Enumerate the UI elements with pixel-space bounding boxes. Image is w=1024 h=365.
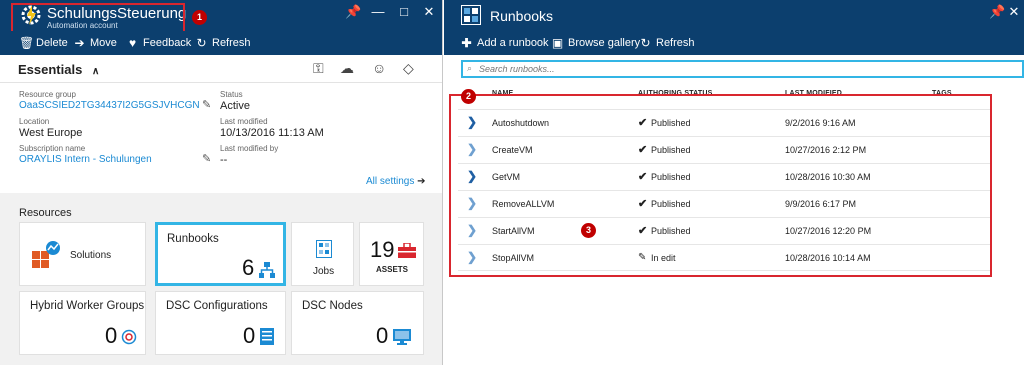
add-runbook-button[interactable]: ✚ Add a runbook <box>460 35 549 51</box>
last-modified-by-value: -- <box>220 154 228 166</box>
refresh-button[interactable]: ↻ Refresh <box>195 35 251 51</box>
delete-button[interactable]: 🗑 Delete <box>19 35 68 51</box>
browse-gallery-label: Browse gallery <box>568 37 641 49</box>
dsc-configurations-count: 0 <box>243 323 256 348</box>
arrow-right-icon: ➔ <box>74 36 85 50</box>
right-title-bar: Runbooks 📌 ✕ <box>444 0 1024 31</box>
hybrid-worker-groups-label: Hybrid Worker Groups <box>30 300 145 312</box>
essentials-toggle[interactable]: Essentials ∧ <box>18 62 99 77</box>
edit-resource-group-icon[interactable]: ✎ <box>202 98 211 111</box>
trash-icon: 🗑 <box>19 36 35 50</box>
users-icon[interactable]: ☺ <box>372 60 386 76</box>
refresh-label: Refresh <box>656 37 695 49</box>
last-modified-value: 10/13/2016 11:13 AM <box>220 127 324 139</box>
all-settings-label: All settings <box>366 176 415 187</box>
essentials-label: Essentials <box>18 62 83 77</box>
assets-label: ASSETS <box>376 265 409 274</box>
resources-heading: Resources <box>19 207 72 219</box>
resource-group-label: Resource group <box>19 90 76 99</box>
delete-label: Delete <box>36 37 68 49</box>
hybrid-worker-groups-tile[interactable]: Hybrid Worker Groups 0 <box>19 291 146 355</box>
feedback-label: Feedback <box>143 37 192 49</box>
right-command-bar: ✚ Add a runbook ▣ Browse gallery ↻ Refre… <box>444 31 1024 55</box>
jobs-tile[interactable]: Jobs <box>291 222 354 286</box>
runbooks-title: Runbooks <box>490 8 554 24</box>
essentials-divider <box>0 82 442 83</box>
pin-icon[interactable]: 📌 <box>989 4 1005 20</box>
solutions-label: Solutions <box>70 250 112 261</box>
jobs-label: Jobs <box>313 266 335 277</box>
toolbox-icon <box>398 243 416 258</box>
arrow-right-icon: ➔ <box>417 176 426 187</box>
chevron-up-icon: ∧ <box>91 66 100 77</box>
refresh-button[interactable]: ↻ Refresh <box>639 35 695 51</box>
pin-icon[interactable]: 📌 <box>345 4 361 20</box>
maximize-icon[interactable]: □ <box>396 4 412 19</box>
runbooks-blade-icon <box>461 5 481 25</box>
last-modified-by-label: Last modified by <box>220 144 279 153</box>
status-label: Status <box>220 90 243 99</box>
callout-box-2 <box>449 94 992 277</box>
subscription-label: Subscription name <box>19 144 86 153</box>
solutions-tile[interactable]: Solutions <box>19 222 146 286</box>
automation-account-blade: SchulungsSteuerung Automation account 📌 … <box>0 0 443 365</box>
solutions-icon <box>32 241 60 268</box>
move-button[interactable]: ➔ Move <box>73 35 117 51</box>
callout-badge-2: 2 <box>461 89 476 104</box>
search-input[interactable] <box>479 62 1019 76</box>
location-value: West Europe <box>19 127 83 139</box>
refresh-icon: ↻ <box>196 36 207 50</box>
all-settings-link[interactable]: All settings ➔ <box>366 176 426 187</box>
plus-icon: ✚ <box>461 36 472 50</box>
search-icon: ⌕ <box>467 63 473 73</box>
callout-badge-1: 1 <box>192 10 207 25</box>
hybrid-worker-groups-count: 0 <box>105 323 118 348</box>
hierarchy-icon <box>259 262 275 278</box>
status-value: Active <box>220 100 250 112</box>
edit-subscription-icon[interactable]: ✎ <box>202 152 211 165</box>
hybrid-worker-icon <box>121 329 137 345</box>
refresh-icon: ↻ <box>640 36 651 50</box>
key-icon[interactable]: ⚿ <box>313 60 324 77</box>
callout-badge-3: 3 <box>581 223 596 238</box>
tag-icon[interactable]: ◇ <box>403 60 414 77</box>
left-command-bar: 🗑 Delete ➔ Move ♥ Feedback ↻ Refresh <box>0 31 442 55</box>
runbooks-tile[interactable]: Runbooks 6 <box>155 222 286 286</box>
assets-count: 19 <box>370 237 395 262</box>
close-icon[interactable]: ✕ <box>421 4 437 20</box>
move-label: Move <box>90 37 117 49</box>
dsc-nodes-count: 0 <box>376 323 389 348</box>
runbooks-tile-label: Runbooks <box>167 233 219 245</box>
subscription-link[interactable]: ORAYLIS Intern - Schulungen <box>19 154 152 165</box>
close-icon[interactable]: ✕ <box>1006 4 1022 20</box>
location-label: Location <box>19 117 50 126</box>
dsc-configurations-tile[interactable]: DSC Configurations 0 <box>155 291 286 355</box>
assets-tile[interactable]: 19 ASSETS <box>359 222 424 286</box>
feedback-button[interactable]: ♥ Feedback <box>126 35 191 51</box>
browse-gallery-button[interactable]: ▣ Browse gallery <box>551 35 640 51</box>
minimize-icon[interactable]: — <box>370 4 386 19</box>
jobs-icon <box>316 240 332 258</box>
callout-box-1 <box>11 3 185 33</box>
refresh-label: Refresh <box>212 37 251 49</box>
add-runbook-label: Add a runbook <box>477 37 549 49</box>
monitor-icon <box>393 329 411 345</box>
checklist-icon <box>260 328 274 345</box>
last-modified-label: Last modified <box>220 117 268 126</box>
search-box[interactable]: ⌕ <box>461 60 1024 78</box>
dsc-configurations-label: DSC Configurations <box>166 300 268 312</box>
dsc-nodes-label: DSC Nodes <box>302 300 363 312</box>
dsc-nodes-tile[interactable]: DSC Nodes 0 <box>291 291 424 355</box>
heart-icon: ♥ <box>128 36 137 50</box>
cloud-icon[interactable]: ☁ <box>340 60 354 77</box>
runbooks-count: 6 <box>242 255 255 280</box>
resource-group-link[interactable]: OaaSCSIED2TG34437I2G5GSJVHCGNVP... <box>19 100 199 111</box>
gallery-bag-icon: ▣ <box>551 36 564 50</box>
